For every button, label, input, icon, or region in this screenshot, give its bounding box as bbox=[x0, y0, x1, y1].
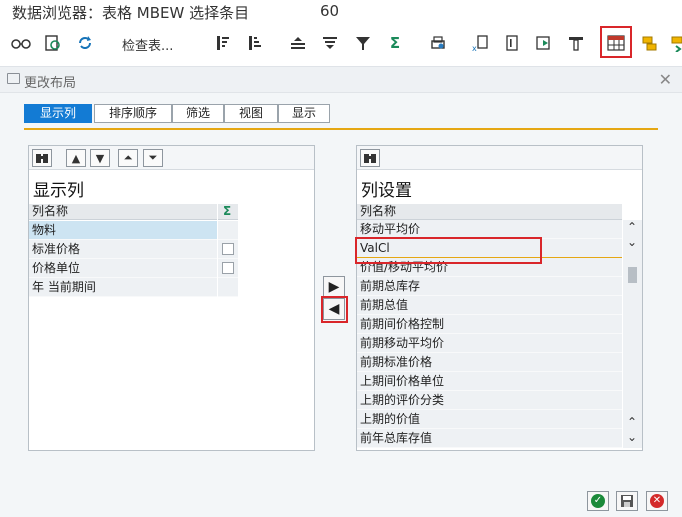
list-item[interactable]: 前期间价格控制 bbox=[357, 315, 622, 334]
save-button[interactable] bbox=[616, 491, 638, 511]
doc-edit-icon[interactable] bbox=[501, 32, 523, 54]
sort-desc-icon[interactable] bbox=[245, 32, 267, 54]
change-layout-dialog: 更改布局 ✕ 显示列 排序顺序 筛选 视图 显示 ▲ ▼ ⏶ ⏷ 显示列 列名称… bbox=[0, 66, 682, 517]
align-bottom-icon[interactable] bbox=[319, 32, 341, 54]
list-item[interactable]: 标准价格 bbox=[29, 240, 217, 259]
glasses-icon[interactable] bbox=[10, 32, 32, 54]
binoculars-icon[interactable] bbox=[32, 149, 52, 167]
list-item[interactable]: 前年总库存值 bbox=[357, 429, 622, 448]
list-item[interactable]: 上期的评价分类 bbox=[357, 391, 622, 410]
move-down-icon[interactable]: ▼ bbox=[90, 149, 110, 167]
scroll-thumb[interactable] bbox=[628, 267, 637, 283]
right-panel-toolbar bbox=[357, 146, 642, 170]
column-name-header[interactable]: 列名称 bbox=[29, 204, 217, 220]
close-icon[interactable]: ✕ bbox=[659, 70, 672, 89]
tab-sort-order[interactable]: 排序顺序 bbox=[94, 104, 172, 123]
doc-export-icon[interactable] bbox=[533, 32, 555, 54]
scroll-down-icon[interactable]: ⌄ bbox=[625, 430, 639, 444]
right-panel-scrollbar[interactable]: ⌃ ⌄ ⌃ ⌄ bbox=[623, 220, 642, 448]
window-title-bar: 数据浏览器：表格 MBEW 选择条目 60 bbox=[0, 0, 682, 26]
left-panel-toolbar: ▲ ▼ ⏶ ⏷ bbox=[29, 146, 314, 170]
tab-underline bbox=[24, 128, 658, 130]
move-top-icon[interactable]: ⏶ bbox=[118, 149, 138, 167]
scroll-up-icon[interactable]: ⌃ bbox=[625, 220, 639, 234]
dialog-icon bbox=[7, 73, 20, 84]
entry-count: 60 bbox=[320, 2, 340, 20]
tab-display-columns[interactable]: 显示列 bbox=[24, 104, 92, 123]
list-item[interactable]: 价格单位 bbox=[29, 259, 217, 278]
remove-column-button[interactable]: ◀ bbox=[323, 298, 345, 320]
list-item[interactable]: 上期间价格单位 bbox=[357, 372, 622, 391]
display-columns-panel: ▲ ▼ ⏶ ⏷ 显示列 列名称 Σ 物料 标准价格 价格单位 年 当前期间 bbox=[28, 145, 315, 451]
check-table-button[interactable]: 检查表... bbox=[122, 35, 173, 54]
tab-filter[interactable]: 筛选 bbox=[172, 104, 224, 123]
filter-icon[interactable] bbox=[352, 32, 374, 54]
scroll-up-icon[interactable]: ⌃ bbox=[625, 415, 639, 429]
tab-view[interactable]: 视图 bbox=[224, 104, 278, 123]
sum-icon[interactable]: Σ bbox=[384, 32, 406, 54]
left-panel-title: 显示列 bbox=[33, 181, 84, 201]
right-panel-title: 列设置 bbox=[361, 181, 412, 201]
list-item[interactable]: 年 当前期间 bbox=[29, 278, 217, 297]
list-item[interactable]: 前期移动平均价 bbox=[357, 334, 622, 353]
layout-grid-icon[interactable] bbox=[605, 32, 627, 54]
sort-asc-icon[interactable] bbox=[213, 32, 235, 54]
list-item[interactable]: 物料 bbox=[29, 221, 217, 240]
refresh-doc-icon[interactable] bbox=[42, 32, 64, 54]
svg-text:x: x bbox=[472, 44, 477, 52]
column-name-header[interactable]: 列名称 bbox=[357, 204, 622, 220]
save-icon bbox=[621, 495, 633, 507]
dialog-title: 更改布局 bbox=[24, 76, 77, 91]
more-icon[interactable] bbox=[666, 32, 682, 54]
dialog-title-bar: 更改布局 ✕ bbox=[0, 67, 682, 93]
tab-display[interactable]: 显示 bbox=[278, 104, 330, 123]
upload-icon[interactable] bbox=[565, 32, 587, 54]
move-bottom-icon[interactable]: ⏷ bbox=[143, 149, 163, 167]
sum-cell bbox=[218, 278, 238, 297]
cancel-button[interactable]: ✕ bbox=[646, 491, 668, 511]
chevron-down-icon[interactable]: ⌄ bbox=[625, 235, 639, 249]
sum-column-header[interactable]: Σ bbox=[218, 204, 238, 220]
list-item[interactable]: 前期标准价格 bbox=[357, 353, 622, 372]
align-center-icon[interactable] bbox=[287, 32, 309, 54]
recycle-icon[interactable] bbox=[74, 32, 96, 54]
main-toolbar: 检查表... Σ x bbox=[0, 26, 682, 62]
sum-cell bbox=[218, 240, 238, 259]
list-item[interactable]: 前期总值 bbox=[357, 296, 622, 315]
sum-cell bbox=[218, 221, 238, 240]
list-item[interactable]: 前期总库存 bbox=[357, 277, 622, 296]
column-set-panel: 列设置 列名称 移动平均价 ValCl 价值/移动平均价 前期总库存 前期总值 … bbox=[356, 145, 643, 451]
move-up-icon[interactable]: ▲ bbox=[66, 149, 86, 167]
binoculars-icon[interactable] bbox=[360, 149, 380, 167]
window-title: 数据浏览器：表格 MBEW 选择条目 bbox=[12, 4, 250, 22]
sum-checkbox[interactable] bbox=[222, 243, 234, 255]
add-column-button[interactable]: ▶ bbox=[323, 276, 345, 298]
cancel-icon: ✕ bbox=[650, 494, 664, 508]
export-icon[interactable]: x bbox=[469, 32, 491, 54]
check-icon: ✓ bbox=[591, 494, 605, 508]
sum-cell bbox=[218, 259, 238, 278]
print-icon[interactable] bbox=[427, 32, 449, 54]
valcl-highlight-box bbox=[355, 237, 542, 264]
sum-checkbox[interactable] bbox=[222, 262, 234, 274]
list-item[interactable]: 上期的价值 bbox=[357, 410, 622, 429]
confirm-button[interactable]: ✓ bbox=[587, 491, 609, 511]
add-layout-icon[interactable] bbox=[639, 32, 661, 54]
